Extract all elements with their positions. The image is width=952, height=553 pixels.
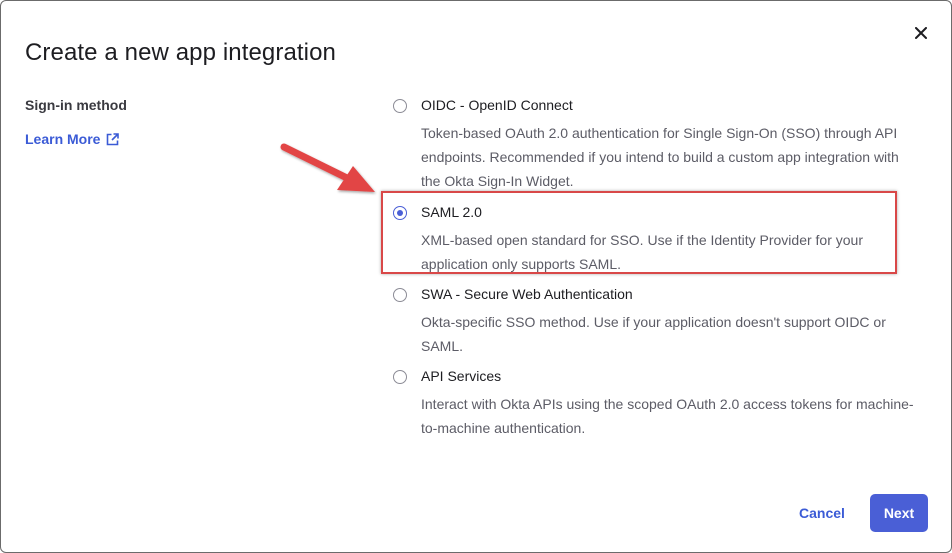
option-description: Token-based OAuth 2.0 authentication for… xyxy=(421,125,899,189)
radio-saml[interactable] xyxy=(393,206,407,220)
sign-in-method-label: Sign-in method xyxy=(25,97,127,113)
option-title: OIDC - OpenID Connect xyxy=(421,97,573,113)
option-api-services[interactable]: API Services Interact with Okta APIs usi… xyxy=(391,368,931,436)
dialog-title: Create a new app integration xyxy=(25,39,337,66)
learn-more-link[interactable]: Learn More xyxy=(25,131,120,147)
close-button[interactable] xyxy=(909,21,933,45)
option-saml[interactable]: SAML 2.0 XML-based open standard for SSO… xyxy=(391,204,931,272)
option-oidc[interactable]: OIDC - OpenID Connect Token-based OAuth … xyxy=(391,97,931,189)
option-description: XML-based open standard for SSO. Use if … xyxy=(421,232,863,272)
radio-api-services[interactable] xyxy=(393,370,407,384)
cancel-button[interactable]: Cancel xyxy=(787,495,857,531)
close-icon xyxy=(915,27,927,39)
option-swa[interactable]: SWA - Secure Web Authentication Okta-spe… xyxy=(391,286,931,354)
radio-swa[interactable] xyxy=(393,288,407,302)
option-title: SWA - Secure Web Authentication xyxy=(421,286,633,302)
option-title: API Services xyxy=(421,368,502,384)
option-description: Interact with Okta APIs using the scoped… xyxy=(421,396,914,436)
create-app-integration-dialog: Create a new app integration Sign-in met… xyxy=(0,0,952,553)
annotation-arrow-icon xyxy=(280,143,375,192)
learn-more-label: Learn More xyxy=(25,131,101,147)
radio-oidc[interactable] xyxy=(393,99,407,113)
option-title: SAML 2.0 xyxy=(421,204,482,220)
option-description: Okta-specific SSO method. Use if your ap… xyxy=(421,314,886,354)
next-button[interactable]: Next xyxy=(870,494,928,532)
external-link-icon xyxy=(107,132,120,145)
